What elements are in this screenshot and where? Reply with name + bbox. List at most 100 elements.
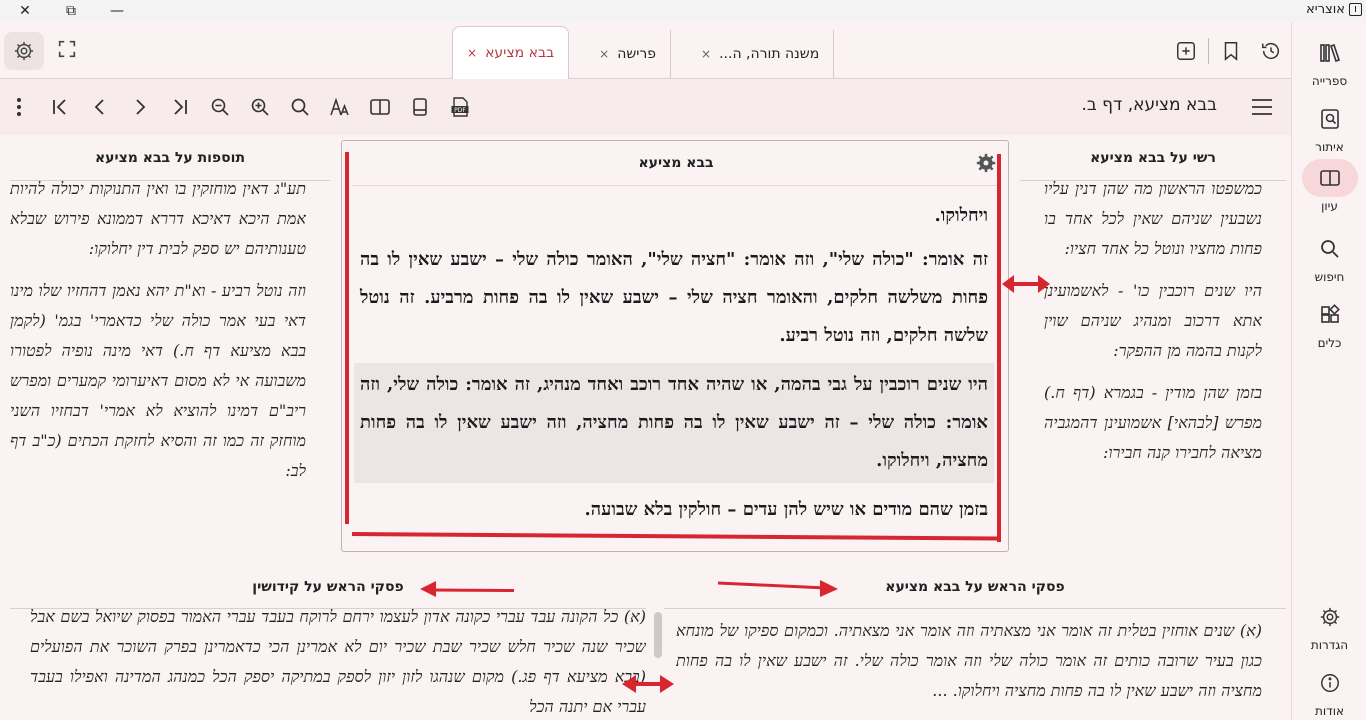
svg-text:PDF: PDF — [454, 107, 466, 114]
tosafot-text[interactable]: תע"ג דאין מוחזקין בו ואין התנוקות יכולה … — [10, 174, 306, 558]
rail-item-label: עיון — [1321, 199, 1338, 213]
tab-strip: × בבא מציעא × פרישה × משנה תורה, ה... — [452, 26, 835, 79]
export-pdf-button[interactable]: PDF — [449, 96, 471, 118]
find-in-text-button[interactable] — [289, 96, 311, 118]
more-options-button[interactable] — [8, 96, 30, 118]
close-tab-icon[interactable]: × — [599, 47, 609, 61]
rail-item-label: איתור — [1315, 140, 1344, 154]
close-icon: ✕ — [19, 3, 31, 19]
main-text-body[interactable]: ויחלוקו. זה אומר: "כולה שלי", וזה אומר: … — [354, 197, 994, 529]
locate-icon — [1302, 100, 1358, 138]
rashi-panel-title: רשי על בבא מציעא — [1090, 150, 1216, 166]
rail-item-tools[interactable]: כלים — [1292, 296, 1366, 358]
workspace-settings-button[interactable] — [4, 32, 44, 70]
rail-item-about[interactable]: אודות — [1292, 664, 1366, 720]
last-page-button[interactable] — [169, 96, 191, 118]
first-page-button[interactable] — [49, 96, 71, 118]
chevron-right-icon — [130, 97, 150, 117]
restore-icon: ⧉ — [66, 3, 76, 19]
piskei-kiddushin-text[interactable]: (א) כל הקונה עבד עברי כקונה אדון לעצמו י… — [30, 602, 646, 720]
window-minimize-button[interactable]: — — [94, 0, 140, 22]
history-icon — [1260, 40, 1282, 62]
rail-item-library[interactable]: ספרייה — [1292, 34, 1366, 96]
close-tab-icon[interactable]: × — [701, 47, 711, 61]
arrow-annotation-right — [717, 580, 838, 597]
first-page-icon — [50, 97, 70, 117]
commentary-paragraph: כמשפטו הראשון מה שהן דנין עליו נשבעין שנ… — [1044, 179, 1262, 258]
chevron-left-icon — [90, 97, 110, 117]
minimize-icon: — — [110, 3, 124, 19]
main-panel-title: בבא מציעא — [638, 155, 714, 171]
pdf-icon: PDF — [449, 96, 471, 118]
divider — [664, 608, 1286, 609]
zoom-out-button[interactable] — [209, 96, 231, 118]
title-bar: ✕ ⧉ — אוצריא — [0, 0, 1366, 22]
rail-item-label: ספרייה — [1311, 74, 1348, 88]
zoom-in-icon — [250, 97, 270, 117]
info-icon — [1302, 664, 1358, 702]
annotation-line — [997, 154, 1001, 542]
previous-page-button[interactable] — [89, 96, 111, 118]
resize-arrow-annotation — [1002, 275, 1050, 293]
commentary-paragraph: וזה נוטל רביע - וא"ת יהא נאמן דהחזיו שלו… — [10, 281, 306, 480]
rail-item-locate[interactable]: איתור — [1292, 100, 1366, 162]
bookmark-icon — [1220, 40, 1242, 62]
menu-icon — [1251, 98, 1273, 116]
rail-item-label: כלים — [1317, 336, 1342, 350]
page-panel-icon — [410, 97, 430, 117]
panel-settings-button[interactable] — [976, 153, 996, 173]
commentary-paragraph: תע"ג דאין מוחזקין בו ואין התנוקות יכולה … — [10, 179, 306, 258]
close-tab-icon[interactable]: × — [467, 46, 477, 60]
search-icon — [290, 97, 310, 117]
main-text-paragraph: זה אומר: "כולה שלי", וזה אומר: "חציה שלי… — [360, 249, 988, 346]
window-close-button[interactable]: ✕ — [2, 0, 48, 22]
app-title-text: אוצריא — [1306, 2, 1345, 17]
rail-item-label: אודות — [1315, 704, 1344, 718]
tab-label: בבא מציעא — [485, 45, 555, 61]
piskei-kiddushin-panel-title: פסקי הראש על קידושין — [252, 579, 404, 595]
gear-icon — [976, 153, 996, 173]
reader-toolbar: PDF בבא מציעא, דף ב. — [0, 79, 1291, 135]
piskei-bm-text[interactable]: (א) שנים אוחזין בטלית זה אומר אני מצאתיה… — [676, 616, 1262, 720]
tosafot-panel-title: תוספות על בבא מציעא — [94, 150, 246, 166]
main-text-paragraph-highlighted: היו שנים רוכבין על גבי בהמה, או שהיה אחד… — [354, 363, 994, 483]
commentary-paragraph: היו שנים רוכבין כו' - לאשמועינן אתא דרכו… — [1044, 281, 1262, 360]
add-tab-button[interactable] — [1175, 40, 1197, 62]
divider — [1208, 38, 1209, 64]
tab-prisha[interactable]: × פרישה — [569, 30, 672, 78]
table-of-contents-button[interactable] — [1251, 98, 1273, 116]
scrollbar-thumb[interactable] — [654, 612, 662, 658]
tab-mishneh-torah[interactable]: × משנה תורה, ה... — [671, 30, 835, 78]
tab-label: משנה תורה, ה... — [719, 46, 820, 62]
arrow-annotation-left — [420, 581, 515, 597]
app-title: אוצריא — [1306, 2, 1362, 17]
fullscreen-icon — [56, 38, 80, 60]
resize-arrow-annotation — [622, 675, 674, 693]
last-page-icon — [170, 97, 190, 117]
zoom-out-icon — [210, 97, 230, 117]
history-button[interactable] — [1260, 40, 1282, 62]
tab-bava-metzia[interactable]: × בבא מציעא — [452, 26, 570, 79]
gear-icon — [13, 40, 35, 62]
rail-item-search[interactable]: חיפוש — [1292, 230, 1366, 292]
commentary-paragraph: בזמן שהן מודין - בגמרא (דף ח.) מפרש [לבה… — [1044, 383, 1262, 462]
split-view-button[interactable] — [369, 96, 391, 118]
zoom-in-button[interactable] — [249, 96, 271, 118]
font-settings-button[interactable] — [329, 96, 351, 118]
page-title: בבא מציעא, דף ב. — [1081, 95, 1217, 115]
rail-item-study[interactable]: עיון — [1292, 159, 1366, 221]
gear-icon — [1302, 598, 1358, 636]
window-maximize-button[interactable]: ⧉ — [48, 0, 94, 22]
rashi-text[interactable]: כמשפטו הראשון מה שהן דנין עליו נשבעין שנ… — [1044, 174, 1262, 558]
rail-item-settings[interactable]: הגדרות — [1292, 598, 1366, 660]
app-logo-icon — [1349, 3, 1362, 16]
add-icon — [1175, 40, 1197, 62]
navigation-rail: ספרייה איתור עיון חיפוש כלים הגדרות אודו… — [1291, 22, 1366, 720]
commentary-toggle-button[interactable] — [409, 96, 431, 118]
library-icon — [1302, 34, 1358, 72]
bookmarks-button[interactable] — [1220, 40, 1242, 62]
next-page-button[interactable] — [129, 96, 151, 118]
fullscreen-button[interactable] — [56, 38, 80, 62]
tab-label: פרישה — [617, 46, 657, 62]
book-open-icon — [1301, 159, 1358, 197]
